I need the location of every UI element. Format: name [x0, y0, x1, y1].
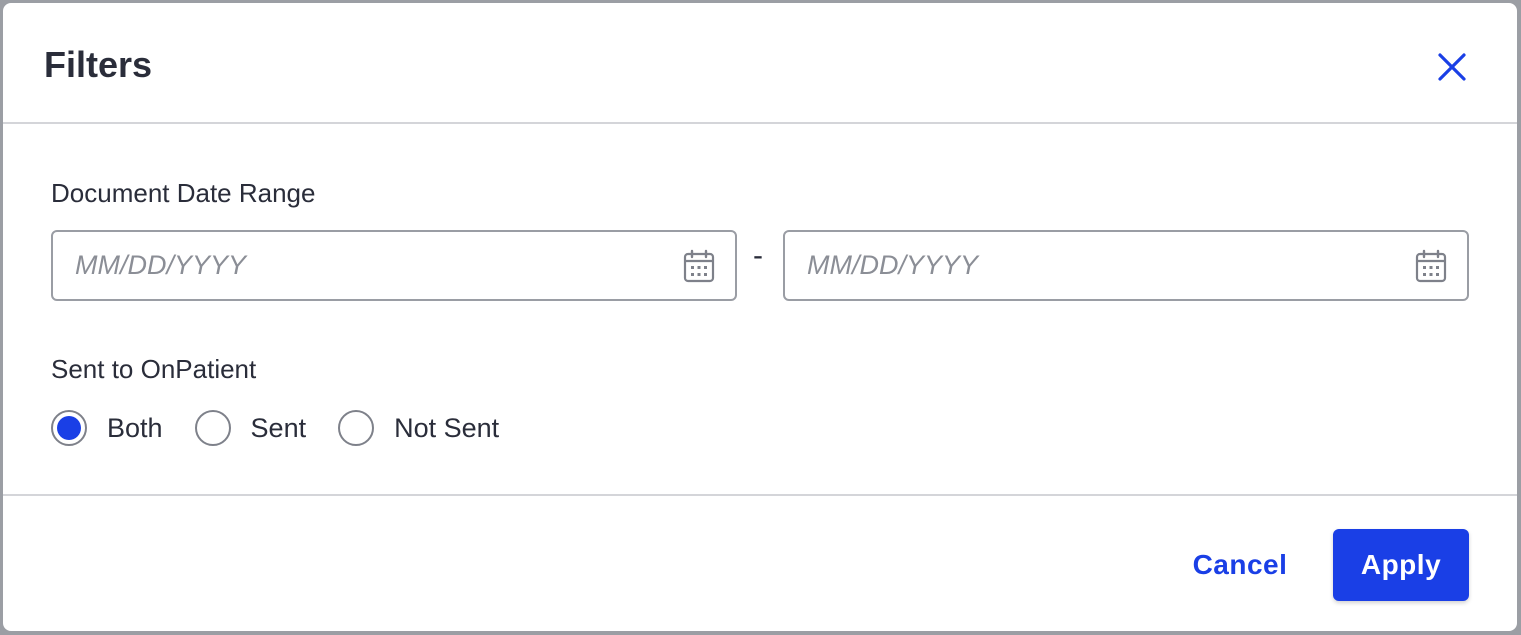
radio-option-sent[interactable]: Sent [194, 410, 307, 446]
start-date-field [51, 230, 737, 301]
sent-to-onpatient-label: Sent to OnPatient [51, 354, 257, 384]
radio-label-both: Both [107, 413, 163, 443]
apply-button[interactable]: Apply [1333, 529, 1469, 601]
radio-button-not-sent[interactable] [338, 410, 375, 446]
radio-label-sent: Sent [250, 413, 307, 443]
dialog-header: Filters [3, 3, 1517, 124]
radio-selected-dot [57, 416, 81, 440]
filters-dialog: Filters Document Date Range MM/DD/YYYY -… [3, 3, 1517, 631]
calendar-icon[interactable] [1415, 249, 1447, 283]
sent-radio-group: Both Sent Not Sent [51, 406, 531, 450]
date-range-label: Document Date Range [51, 178, 316, 208]
dialog-body: Document Date Range - [3, 124, 1517, 494]
cancel-button[interactable]: Cancel [1173, 529, 1307, 601]
dialog-title: Filters [44, 44, 153, 85]
radio-button-both[interactable] [51, 410, 87, 446]
close-button[interactable] [1433, 48, 1471, 86]
radio-option-not-sent[interactable]: Not Sent [338, 410, 499, 446]
calendar-icon[interactable] [683, 249, 715, 283]
date-range-separator: - [753, 239, 763, 272]
radio-button-sent[interactable] [194, 410, 231, 446]
end-date-input[interactable] [807, 244, 1387, 287]
close-icon [1438, 53, 1466, 81]
start-date-input[interactable] [75, 244, 655, 287]
end-date-field [783, 230, 1469, 301]
radio-label-not-sent: Not Sent [394, 413, 500, 443]
radio-option-both[interactable]: Both [51, 410, 163, 446]
dialog-footer: Cancel Apply [3, 494, 1517, 631]
